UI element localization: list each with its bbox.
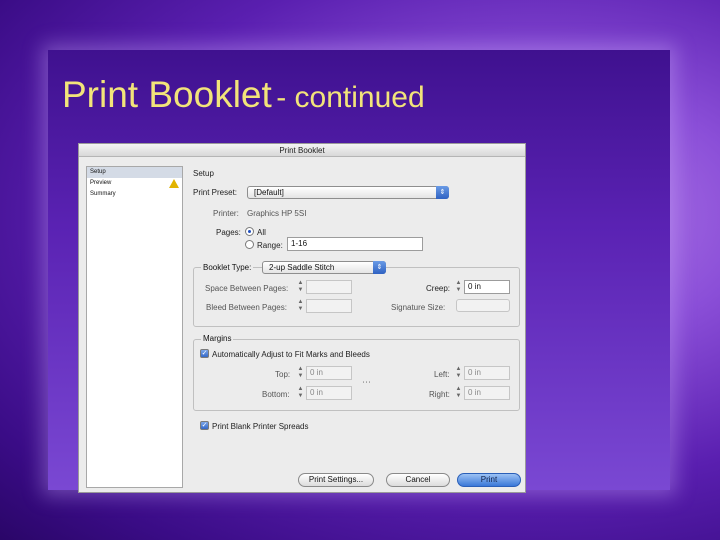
auto-adjust-checkbox[interactable]: ✓ xyxy=(200,349,209,358)
left-margin-label: Left: xyxy=(434,370,450,379)
space-between-label: Space Between Pages: xyxy=(205,284,289,293)
blank-spreads-label: Print Blank Printer Spreads xyxy=(212,422,309,431)
left-margin-stepper[interactable]: ▲ ▼ xyxy=(455,366,462,380)
bleed-between-stepper[interactable]: ▲ ▼ xyxy=(297,299,304,313)
bottom-margin-label: Bottom: xyxy=(262,390,290,399)
booklet-type-select[interactable]: 2-up Saddle Stitch ⇕ xyxy=(262,261,386,274)
booklet-type-group xyxy=(193,267,520,327)
sidebar-nav-list: Setup Preview Summary xyxy=(86,166,183,488)
chevron-updown-icon: ⇕ xyxy=(436,186,449,199)
dialog-titlebar: Print Booklet xyxy=(79,144,525,157)
printer-label: Printer: xyxy=(213,209,239,218)
space-between-input[interactable] xyxy=(306,280,352,294)
left-margin-input[interactable]: 0 in xyxy=(464,366,510,380)
sidebar-item-summary[interactable]: Summary xyxy=(87,189,182,200)
print-settings-button[interactable]: Print Settings... xyxy=(298,473,374,487)
sidebar-item-label: Summary xyxy=(90,191,116,197)
slide-title-main: Print Booklet xyxy=(62,74,272,115)
sidebar-item-preview[interactable]: Preview xyxy=(87,178,182,189)
print-booklet-dialog: Print Booklet Setup Preview Summary Setu… xyxy=(78,143,526,493)
right-margin-stepper[interactable]: ▲ ▼ xyxy=(455,386,462,400)
signature-size-label: Signature Size: xyxy=(391,303,446,312)
space-between-stepper[interactable]: ▲ ▼ xyxy=(297,280,304,294)
pages-range-radio[interactable] xyxy=(245,240,254,249)
bleed-between-input[interactable] xyxy=(306,299,352,313)
right-margin-input[interactable]: 0 in xyxy=(464,386,510,400)
booklet-type-label: Booklet Type: xyxy=(201,263,254,272)
warning-icon xyxy=(169,179,179,188)
pages-all-radio[interactable] xyxy=(245,227,254,236)
print-preset-value: [Default] xyxy=(254,188,284,197)
sidebar-item-setup[interactable]: Setup xyxy=(87,167,182,178)
print-preset-select[interactable]: [Default] ⇕ xyxy=(247,186,449,199)
top-margin-stepper[interactable]: ▲ ▼ xyxy=(297,366,304,380)
pages-all-label: All xyxy=(257,228,266,237)
sidebar-item-label: Setup xyxy=(90,169,106,175)
pages-range-label: Range: xyxy=(257,241,283,250)
creep-label: Creep: xyxy=(426,284,451,293)
creep-input[interactable]: 0 in xyxy=(464,280,510,294)
top-margin-label: Top: xyxy=(275,370,291,379)
margins-label: Margins xyxy=(201,334,234,343)
booklet-type-value: 2-up Saddle Stitch xyxy=(269,263,335,272)
right-margin-label: Right: xyxy=(429,390,450,399)
pages-range-input[interactable]: 1-16 xyxy=(287,237,423,251)
top-margin-input[interactable]: 0 in xyxy=(306,366,352,380)
sidebar-item-label: Preview xyxy=(90,180,112,186)
bottom-margin-input[interactable]: 0 in xyxy=(306,386,352,400)
bleed-between-label: Bleed Between Pages: xyxy=(206,303,287,312)
chevron-updown-icon: ⇕ xyxy=(373,261,386,274)
print-preset-label: Print Preset: xyxy=(193,188,238,197)
cancel-button[interactable]: Cancel xyxy=(386,473,450,487)
slide-title: Print Booklet - continued xyxy=(62,74,425,118)
pages-label: Pages: xyxy=(216,228,241,237)
blank-spreads-checkbox[interactable]: ✓ xyxy=(200,421,209,430)
signature-size-select[interactable] xyxy=(456,299,510,312)
creep-stepper[interactable]: ▲ ▼ xyxy=(455,280,462,294)
slide-title-sub: - continued xyxy=(276,81,425,114)
print-button[interactable]: Print xyxy=(457,473,521,487)
printer-value: Graphics HP 5SI xyxy=(247,209,307,218)
bottom-margin-stepper[interactable]: ▲ ▼ xyxy=(297,386,304,400)
section-heading: Setup xyxy=(193,169,214,178)
auto-adjust-label: Automatically Adjust to Fit Marks and Bl… xyxy=(212,350,370,359)
link-chain-icon[interactable]: ⋯ xyxy=(362,377,371,388)
